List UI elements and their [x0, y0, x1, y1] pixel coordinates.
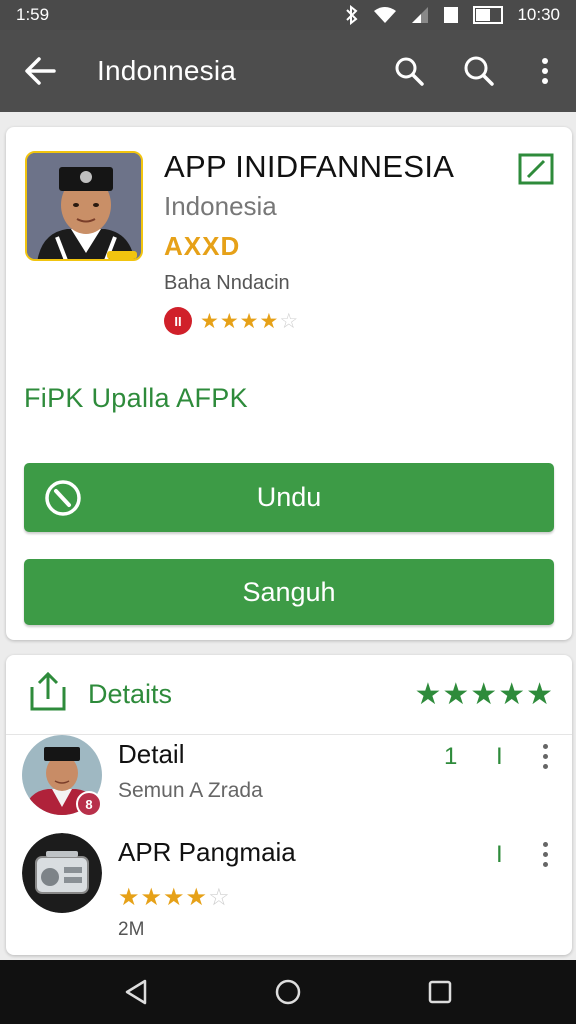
recents-square-icon — [428, 980, 452, 1004]
search-button-2[interactable] — [444, 30, 514, 112]
secondary-button-label: Sanguh — [242, 576, 336, 607]
wifi-icon — [374, 7, 397, 23]
app-badge: AXXD — [164, 231, 241, 261]
star-icon: ★ — [140, 884, 164, 911]
app-subtitle: Baha Nndacin — [164, 272, 290, 294]
more-options-button[interactable] — [514, 30, 576, 112]
share-icon — [30, 671, 66, 711]
content-rating-badge: II — [164, 307, 192, 335]
avatar-badge: 8 — [76, 791, 102, 817]
list-item-subtitle: Semun A Zrada — [118, 779, 263, 802]
app-bar-title: Indonnesia — [97, 55, 237, 86]
nav-back-button[interactable] — [106, 962, 166, 1022]
star-icon: ★ — [239, 309, 260, 333]
list-item[interactable]: 8 Detail Semun A Zrada 1 I — [6, 735, 572, 835]
star-icon: ★ — [259, 309, 280, 333]
system-nav-bar — [0, 960, 576, 1024]
star-empty-icon: ☆ — [208, 884, 231, 911]
app-icon-portrait — [27, 153, 141, 259]
back-button[interactable] — [0, 30, 80, 112]
status-clock: 10:30 — [517, 5, 560, 24]
signal-icon — [412, 7, 429, 23]
install-button[interactable]: Undu — [24, 463, 554, 532]
star-icon: ★ — [163, 884, 186, 911]
star-icon: ★ — [200, 309, 220, 333]
status-time: 1:59 — [16, 5, 50, 24]
status-bar: 1:59 10:30 — [0, 0, 576, 30]
developer-name[interactable]: Indonesia — [164, 191, 277, 222]
more-vert-icon — [542, 58, 548, 84]
nav-home-button[interactable] — [258, 962, 318, 1022]
battery-icon — [444, 7, 459, 23]
avatar — [22, 833, 102, 913]
radio-device-icon — [22, 833, 102, 913]
nav-recents-button[interactable] — [410, 962, 470, 1022]
app-icon — [25, 151, 143, 261]
list-item-count-secondary: I — [496, 841, 503, 868]
list-item-count: 1 — [444, 743, 458, 770]
rating-stars: ★★★★☆ — [200, 309, 299, 334]
list-item-size: 2M — [118, 919, 145, 940]
back-triangle-icon — [125, 979, 147, 1005]
star-icon: ★ — [219, 309, 240, 333]
list-item-title: APR Pangmaia — [118, 837, 296, 867]
more-vert-icon[interactable] — [536, 839, 554, 869]
details-header[interactable]: Detaits ★★★★★ — [6, 655, 572, 735]
phone-circle-icon — [45, 480, 81, 516]
bluetooth-icon — [346, 5, 358, 25]
home-circle-icon — [275, 979, 301, 1005]
list-item-count-secondary: I — [496, 743, 503, 770]
list-item-title: Detail — [118, 739, 185, 769]
app-bar: Indonnesia — [0, 30, 576, 112]
search-icon — [464, 56, 494, 86]
details-rating-stars: ★★★★★ — [414, 678, 554, 711]
app-title: APP INIDFANNESIA — [164, 149, 455, 184]
search-icon — [395, 57, 424, 86]
edit-icon — [518, 153, 554, 185]
star-icon: ★ — [185, 884, 209, 911]
secondary-button[interactable]: Sanguh — [24, 559, 554, 625]
edit-button[interactable] — [518, 153, 554, 192]
back-arrow-icon — [25, 57, 56, 85]
more-vert-icon[interactable] — [536, 741, 554, 771]
details-title: Detaits — [88, 679, 173, 709]
promo-link[interactable]: FiPK Upalla AFPK — [24, 383, 248, 414]
list-item[interactable]: APR Pangmaia I ★★★★☆ 2M — [6, 833, 572, 940]
search-button[interactable] — [374, 30, 444, 112]
star-empty-icon: ☆ — [279, 309, 300, 333]
status-icons: 10:30 — [345, 5, 560, 25]
star-icon: ★ — [118, 884, 141, 911]
app-rating: II ★★★★☆ — [164, 307, 299, 335]
install-button-label: Undu — [256, 482, 322, 512]
battery-level-icon — [473, 6, 504, 24]
list-item-rating-stars: ★★★★☆ — [118, 883, 231, 912]
app-info-card: APP INIDFANNESIA Indonesia AXXD Baha Nnd… — [6, 127, 572, 640]
details-card: Detaits ★★★★★ 8 Detail Semun A Zrada 1 I — [6, 655, 572, 955]
